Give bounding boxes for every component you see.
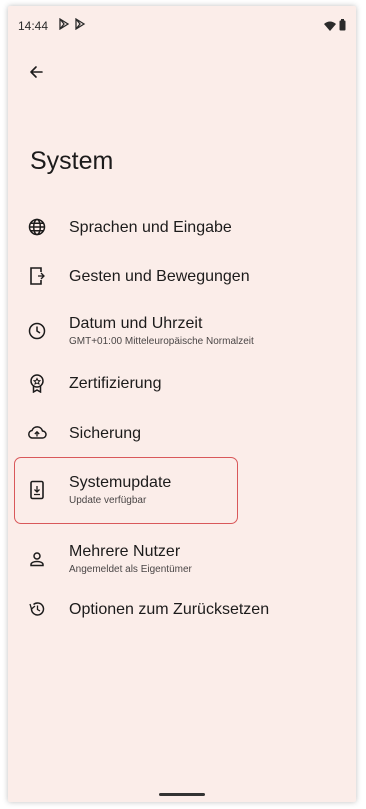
settings-item-label: Sicherung: [69, 424, 142, 442]
settings-item-reset-options[interactable]: Optionen zum Zurücksetzen: [8, 589, 356, 629]
settings-item-label: Systemupdate: [69, 474, 172, 491]
settings-item-languages[interactable]: Sprachen und Eingabe: [8, 207, 356, 247]
page-title: System: [30, 147, 114, 175]
settings-item-label: Mehrere Nutzer: [69, 543, 181, 560]
play-store-icon: [74, 17, 86, 33]
cloud-upload-icon: [26, 422, 48, 444]
restore-icon: [26, 598, 48, 620]
settings-item-label: Zertifizierung: [69, 374, 162, 392]
settings-item-subtitle: Update verfügbar: [69, 495, 147, 506]
settings-item-backup[interactable]: Sicherung: [8, 413, 356, 453]
settings-item-system-update[interactable]: Systemupdate Update verfügbar: [8, 464, 356, 516]
person-icon: [26, 548, 48, 570]
settings-item-label: Gesten und Bewegungen: [69, 267, 250, 285]
play-store-icon: [58, 17, 70, 33]
system-update-icon: [26, 479, 48, 501]
settings-item-label: Datum und Uhrzeit: [69, 315, 203, 332]
settings-item-date-time[interactable]: Datum und Uhrzeit GMT+01:00 Mitteleuropä…: [8, 306, 356, 356]
settings-item-certification[interactable]: Zertifizierung: [8, 363, 356, 403]
gesture-phone-icon: [26, 265, 48, 287]
globe-icon: [26, 216, 48, 238]
status-icons: [324, 19, 346, 34]
status-time: 14:44: [18, 19, 49, 33]
settings-item-subtitle: GMT+01:00 Mitteleuropäische Normalzeit: [69, 336, 254, 347]
settings-item-label: Optionen zum Zurücksetzen: [69, 600, 270, 618]
status-bar: 14:44: [8, 6, 356, 46]
settings-item-subtitle: Angemeldet als Eigentümer: [69, 564, 192, 575]
clock-icon: [26, 320, 48, 342]
arrow-back-icon: [28, 64, 44, 85]
back-button[interactable]: [24, 62, 48, 86]
settings-item-gestures[interactable]: Gesten und Bewegungen: [8, 256, 356, 296]
gesture-nav-bar[interactable]: [159, 793, 205, 796]
certificate-icon: [26, 372, 48, 394]
wifi-icon: [324, 20, 336, 34]
phone-screen: 14:44 System Sprachen und Eingabe Gesten…: [8, 6, 356, 802]
settings-item-multiple-users[interactable]: Mehrere Nutzer Angemeldet als Eigentümer: [8, 534, 356, 584]
battery-icon: [339, 19, 346, 34]
settings-item-label: Sprachen und Eingabe: [69, 218, 232, 236]
